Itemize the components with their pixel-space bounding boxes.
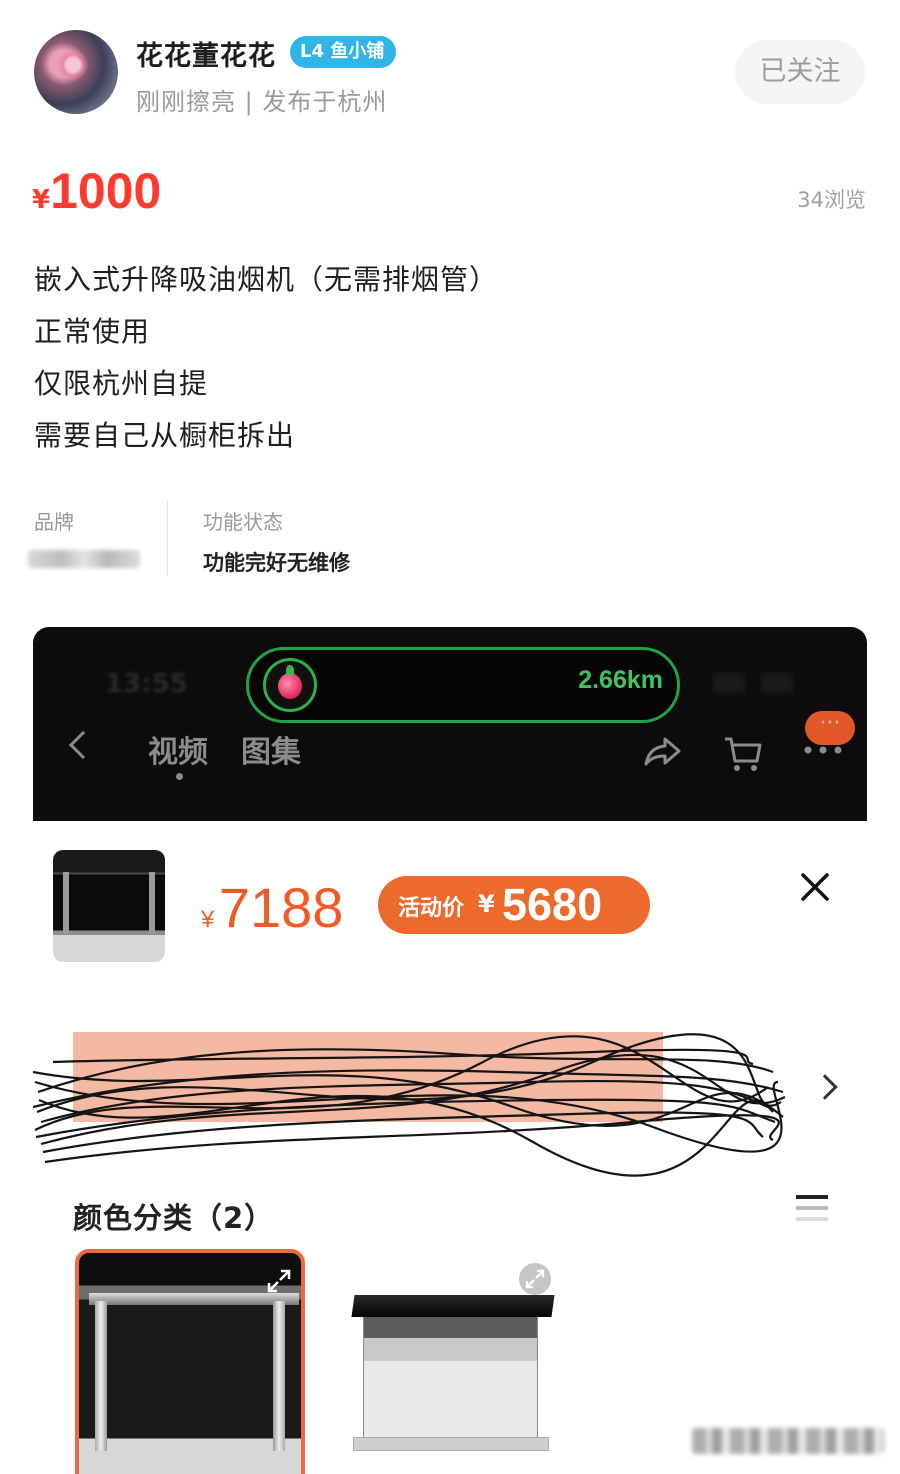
close-icon [801, 873, 829, 901]
active-tab-dot [176, 773, 183, 780]
color-section-title: 颜色分类（2） [73, 1201, 275, 1235]
seller-level-badge: L4 鱼小铺 [290, 36, 396, 68]
screenshot-top-bar: 13:55 2.66km 视频 图集 ··· [33, 627, 867, 821]
scribbled-out-text [33, 1032, 786, 1177]
cart-icon [725, 737, 762, 771]
chevron-right-icon [812, 1074, 838, 1100]
original-price-value: 7188 [218, 876, 344, 939]
more-badge: ··· [805, 711, 855, 745]
seller-subline: 刚刚擦亮 | 发布于杭州 [136, 88, 388, 116]
promo-label: 活动价 [398, 896, 465, 921]
original-price-currency: ¥ [201, 906, 215, 933]
promo-currency: ¥ [478, 890, 495, 918]
share-icon [644, 737, 681, 766]
view-count: 34浏览 [797, 188, 866, 212]
price-currency: ¥ [32, 185, 51, 215]
status-time-blurred: 13:55 [105, 669, 188, 699]
attribute-divider [167, 500, 168, 576]
promo-price-badge: 活动价 ¥ 5680 [378, 876, 650, 934]
promo-price-value: 5680 [502, 879, 603, 930]
listing-price: ¥1000 [32, 162, 161, 220]
back-icon [68, 730, 98, 760]
description-line: 嵌入式升降吸油烟机（无需排烟管） [34, 263, 499, 296]
hood-body [363, 1309, 538, 1439]
hood-left-rail [95, 1301, 107, 1451]
listing-description: 嵌入式升降吸油烟机（无需排烟管） 正常使用 仅限杭州自提 需要自己从橱柜拆出 [34, 258, 498, 466]
listing-photo[interactable]: 13:55 2.66km 视频 图集 ··· ¥ 7188 活动价 ¥ 5680 [33, 627, 867, 1474]
badge-level: L4 [300, 41, 324, 62]
description-line: 正常使用 [34, 315, 151, 348]
seller-avatar[interactable] [34, 30, 118, 114]
brand-value-blurred [28, 550, 140, 568]
list-view-icon [796, 1195, 828, 1221]
tab-gallery: 图集 [241, 735, 301, 770]
description-line: 仅限杭州自提 [34, 367, 209, 400]
distance-text: 2.66km [578, 666, 663, 694]
hood-right-rail [273, 1301, 285, 1451]
description-line: 需要自己从橱柜拆出 [34, 419, 296, 452]
expand-icon [267, 1269, 291, 1293]
function-status-value: 功能完好无维修 [203, 551, 350, 575]
radish-icon [263, 658, 317, 712]
hood-base [353, 1437, 549, 1451]
seller-name[interactable]: 花花董花花 [136, 34, 276, 73]
badge-text: 鱼小铺 [330, 41, 385, 62]
price-value: 1000 [50, 163, 162, 219]
watermark-blurred [692, 1428, 884, 1454]
color-option-1 [75, 1249, 305, 1474]
original-price: ¥ 7188 [201, 875, 343, 940]
hood-lid [351, 1295, 555, 1317]
function-status-label: 功能状态 [203, 510, 283, 534]
brand-label: 品牌 [34, 510, 74, 534]
follow-button[interactable]: 已关注 [735, 40, 865, 104]
expand-arrows [525, 1269, 545, 1289]
more-dots-icon [804, 746, 842, 754]
status-icons-blurred [713, 673, 793, 693]
location-pill: 2.66km [246, 647, 680, 723]
tab-video: 视频 [148, 735, 208, 770]
expand-icon [519, 1263, 551, 1295]
product-thumbnail [53, 850, 165, 962]
